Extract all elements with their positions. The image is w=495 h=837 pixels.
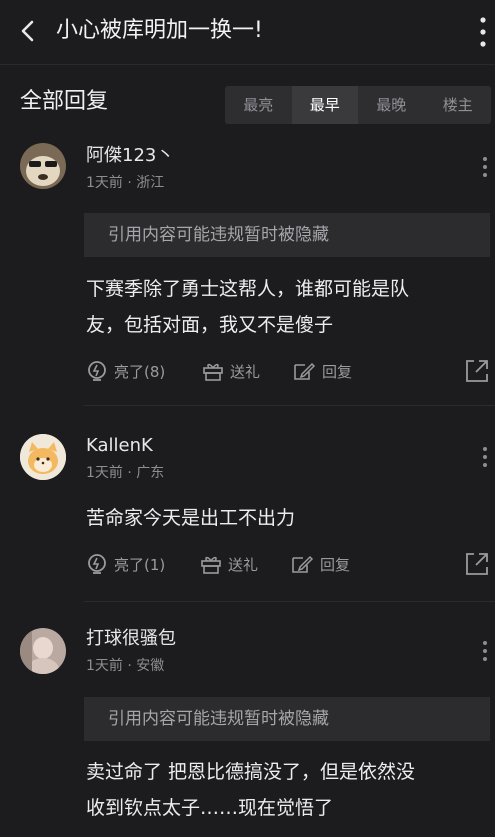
- comment-actions: 亮了(8) 送礼 回复: [86, 358, 490, 384]
- comment-content: 卖过命了 把恩比德搞没了，但是依然没 收到钦点太子……现在觉悟了: [86, 754, 488, 826]
- gift-icon: [201, 556, 221, 574]
- back-arrow-icon[interactable]: [14, 16, 42, 46]
- like-button[interactable]: 亮了(8): [86, 358, 165, 384]
- reply-button[interactable]: 回复: [292, 358, 352, 384]
- gift-icon: [203, 363, 223, 381]
- hidden-quote: 引用内容可能违规暂时被隐藏: [84, 213, 490, 257]
- all-replies-title: 全部回复: [20, 89, 109, 114]
- comment-actions: 亮了(1) 送礼 回复: [86, 551, 490, 577]
- tab-earliest[interactable]: 最早: [291, 86, 358, 124]
- more-vertical-icon[interactable]: [482, 156, 488, 178]
- light-bulb-icon: [88, 554, 106, 574]
- edit-reply-icon: [292, 555, 314, 573]
- gift-label: 送礼: [230, 362, 261, 381]
- content-line: 收到钦点太子……现在觉悟了: [86, 797, 334, 819]
- content-line: 苦命家今天是出工不出力: [86, 507, 296, 529]
- content-line: 下赛季除了勇士这帮人，谁都可能是队: [86, 278, 410, 300]
- tab-latest[interactable]: 最晚: [358, 86, 425, 124]
- comment-meta: 1天前 · 浙江: [86, 175, 165, 191]
- comment-content: 苦命家今天是出工不出力: [86, 500, 488, 536]
- reply-label: 回复: [322, 362, 353, 381]
- comment-item: 打球很骚包 1天前 · 安徽 引用内容可能违规暂时被隐藏 卖过命了 把恩比德搞没…: [0, 602, 495, 837]
- username[interactable]: 打球很骚包: [86, 627, 176, 651]
- username[interactable]: KallenK: [86, 434, 153, 458]
- gift-label: 送礼: [228, 555, 259, 574]
- avatar[interactable]: [20, 434, 66, 480]
- light-bulb-icon: [88, 361, 106, 381]
- share-icon[interactable]: [464, 551, 490, 577]
- share-icon[interactable]: [464, 358, 490, 384]
- comment-meta: 1天前 · 安徽: [86, 658, 165, 674]
- more-vertical-icon[interactable]: [482, 640, 488, 662]
- like-count-label: 亮了(8): [114, 362, 166, 381]
- reply-label: 回复: [320, 555, 351, 574]
- hidden-quote: 引用内容可能违规暂时被隐藏: [84, 697, 490, 741]
- comment-meta: 1天前 · 广东: [86, 465, 165, 481]
- top-bar: 小心被库明加一换一!: [0, 0, 495, 64]
- gift-button[interactable]: 送礼: [202, 358, 260, 384]
- tab-op-only[interactable]: 楼主: [425, 86, 492, 124]
- like-button[interactable]: 亮了(1): [86, 551, 165, 577]
- like-count-label: 亮了(1): [114, 555, 166, 574]
- page-title: 小心被库明加一换一!: [56, 18, 263, 43]
- avatar[interactable]: [20, 628, 66, 674]
- comment-content: 下赛季除了勇士这帮人，谁都可能是队 友，包括对面，我又不是傻子: [86, 271, 488, 343]
- replies-header: 全部回复 最亮 最早 最晚 楼主: [0, 65, 495, 141]
- reply-button[interactable]: 回复: [290, 551, 350, 577]
- more-vertical-icon[interactable]: [476, 14, 490, 50]
- comment-item: KallenK 1天前 · 广东 苦命家今天是出工不出力 亮了(1) 送礼 回复: [0, 406, 495, 602]
- sort-tabs: 最亮 最早 最晚 楼主: [225, 86, 491, 124]
- content-line: 卖过命了 把恩比德搞没了，但是依然没: [86, 761, 416, 783]
- username[interactable]: 阿傑123丶: [86, 144, 174, 168]
- gift-button[interactable]: 送礼: [200, 551, 258, 577]
- more-vertical-icon[interactable]: [482, 446, 488, 468]
- avatar[interactable]: [20, 143, 66, 189]
- content-line: 友，包括对面，我又不是傻子: [86, 314, 334, 336]
- edit-reply-icon: [294, 362, 316, 380]
- comment-item: 阿傑123丶 1天前 · 浙江 引用内容可能违规暂时被隐藏 下赛季除了勇士这帮人…: [0, 141, 495, 406]
- tab-hottest[interactable]: 最亮: [225, 86, 292, 124]
